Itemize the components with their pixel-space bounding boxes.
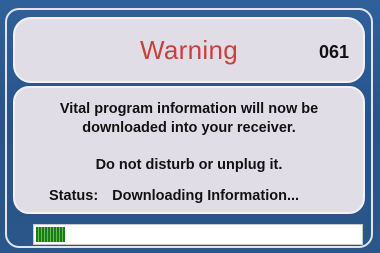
- dialog-title: Warning: [140, 35, 238, 65]
- warning-message: Vital program information will now be do…: [15, 100, 363, 138]
- status-row: Status: Downloading Information...: [49, 188, 299, 204]
- message-line-1: Vital program information will now be: [59, 101, 319, 117]
- message-line-2: downloaded into your receiver.: [82, 120, 296, 136]
- dialog-header: Warning 061: [13, 17, 365, 83]
- dialog-body: Vital program information will now be do…: [13, 86, 365, 214]
- progress-fill: [36, 227, 65, 242]
- tv-screen: Warning 061 Vital program information wi…: [0, 0, 380, 253]
- message-code: 061: [318, 42, 349, 62]
- instruction-text: Do not disturb or unplug it.: [95, 157, 283, 173]
- status-value: Downloading Information...: [112, 188, 300, 204]
- progress-bar: [33, 224, 363, 245]
- status-label: Status:: [49, 188, 99, 204]
